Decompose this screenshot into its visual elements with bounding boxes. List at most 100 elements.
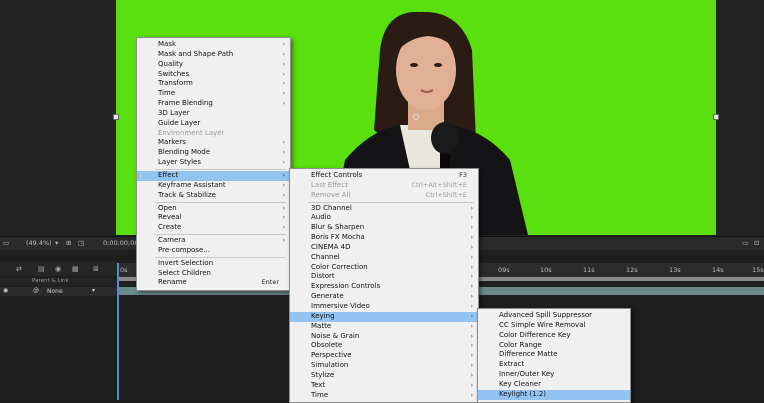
effect-item-audio[interactable]: Audio › xyxy=(290,213,478,223)
menu-item-label: Track & Stabilize xyxy=(158,190,216,199)
menu-item-track-stabilize[interactable]: Track & Stabilize › xyxy=(137,191,290,201)
menu-item-quality[interactable]: Quality › xyxy=(137,60,290,70)
zoom-level[interactable]: (49.4%) xyxy=(26,239,52,247)
effect-item-obsolete[interactable]: Obsolete › xyxy=(290,341,478,351)
menu-item-label: Guide Layer xyxy=(158,118,201,127)
keying-item-color-range[interactable]: Color Range xyxy=(478,341,630,351)
tick-0s: 0s xyxy=(120,266,128,274)
chevron-right-icon: › xyxy=(282,50,285,58)
menu-item-time[interactable]: Time › xyxy=(137,89,290,99)
keying-item-color-difference-key[interactable]: Color Difference Key xyxy=(478,331,630,341)
effect-item-simulation[interactable]: Simulation › xyxy=(290,361,478,371)
menu-item-effect[interactable]: Effect › xyxy=(137,170,290,181)
menu-separator xyxy=(155,256,286,258)
menu-item-switches[interactable]: Switches › xyxy=(137,70,290,80)
effect-item-keying[interactable]: Keying › xyxy=(290,311,478,322)
effect-item-matte[interactable]: Matte › xyxy=(290,322,478,332)
menu-item-label: Matte xyxy=(311,321,332,330)
menu-item-guide-layer[interactable]: Guide Layer xyxy=(137,119,290,129)
playhead[interactable] xyxy=(117,263,119,400)
shy-icon[interactable]: ◉ xyxy=(55,265,61,273)
chevron-right-icon: › xyxy=(470,293,473,301)
tick-13s: 13s xyxy=(669,266,681,274)
effect-item-effect-controls[interactable]: Effect Controls F3 xyxy=(290,171,478,181)
effect-item-perspective[interactable]: Perspective › xyxy=(290,351,478,361)
menu-item-shortcut: Ctrl+Alt+Shift+E xyxy=(411,180,467,189)
menu-item-mask-and-shape-path[interactable]: Mask and Shape Path › xyxy=(137,50,290,60)
tick-10s: 10s xyxy=(540,266,552,274)
keying-item-difference-matte[interactable]: Difference Matte xyxy=(478,350,630,360)
menu-item-label: Transform xyxy=(158,79,193,88)
menu-item-open[interactable]: Open › xyxy=(137,204,290,214)
menu-item-pre-compose[interactable]: Pre-compose... xyxy=(137,246,290,256)
layer-handle-right[interactable] xyxy=(713,114,719,120)
chevron-down-icon[interactable]: ▾ xyxy=(55,239,58,247)
effect-item-channel[interactable]: Channel › xyxy=(290,253,478,263)
menu-item-keyframe-assistant[interactable]: Keyframe Assistant › xyxy=(137,181,290,191)
menu-item-layer-styles[interactable]: Layer Styles › xyxy=(137,158,290,168)
menu-item-reveal[interactable]: Reveal › xyxy=(137,213,290,223)
menu-item-label: Obsolete xyxy=(311,341,343,350)
menu-item-frame-blending[interactable]: Frame Blending › xyxy=(137,99,290,109)
tick-14s: 14s xyxy=(712,266,724,274)
menu-item-label: Create xyxy=(158,223,182,232)
menu-item-camera[interactable]: Camera › xyxy=(137,236,290,246)
menu-item-invert-selection[interactable]: Invert Selection xyxy=(137,259,290,269)
menu-item-create[interactable]: Create › xyxy=(137,223,290,233)
viewer-options-icon[interactable]: ▭ xyxy=(742,239,748,247)
chevron-right-icon: › xyxy=(282,90,285,98)
effect-item-boris-fx-mocha[interactable]: Boris FX Mocha › xyxy=(290,233,478,243)
effect-item-distort[interactable]: Distort › xyxy=(290,272,478,282)
parent-select[interactable]: None xyxy=(47,288,63,295)
keying-item-keylight-1-2[interactable]: Keylight (1.2) xyxy=(478,389,630,400)
menu-item-select-children[interactable]: Select Children xyxy=(137,269,290,279)
chevron-right-icon: › xyxy=(470,391,473,399)
effect-item-stylize[interactable]: Stylize › xyxy=(290,371,478,381)
effect-item-generate[interactable]: Generate › xyxy=(290,292,478,302)
chart-editor-icon[interactable]: ⊠ xyxy=(93,265,99,273)
keying-item-cc-simple-wire-removal[interactable]: CC Simple Wire Removal xyxy=(478,321,630,331)
menu-item-label: Channel xyxy=(311,252,340,261)
eye-icon[interactable]: ◉ xyxy=(3,287,8,294)
menu-item-3d-layer[interactable]: 3D Layer xyxy=(137,109,290,119)
menu-item-label: Text xyxy=(311,380,326,389)
chevron-right-icon: › xyxy=(282,100,285,108)
effect-item-text[interactable]: Text › xyxy=(290,381,478,391)
menu-item-label: CINEMA 4D xyxy=(311,242,351,251)
effect-item-color-correction[interactable]: Color Correction › xyxy=(290,263,478,273)
menu-item-label: Inner/Outer Key xyxy=(499,370,555,379)
menu-item-label: Extract xyxy=(499,360,525,369)
chevron-down-icon[interactable]: ▾ xyxy=(92,287,95,294)
anchor-point-icon[interactable] xyxy=(413,114,419,120)
menu-item-transform[interactable]: Transform › xyxy=(137,79,290,89)
effect-item-time[interactable]: Time › xyxy=(290,391,478,401)
menu-item-label: Blur & Sharpen xyxy=(311,223,365,232)
grid-icon[interactable]: ⊞ xyxy=(66,239,71,247)
effect-item-3d-channel[interactable]: 3D Channel › xyxy=(290,204,478,214)
keying-item-advanced-spill-suppressor[interactable]: Advanced Spill Suppressor xyxy=(478,311,630,321)
layer-row[interactable]: ◉ @ None ▾ xyxy=(0,287,118,296)
timecode[interactable]: 0;00;00;00 xyxy=(103,239,139,247)
effect-item-expression-controls[interactable]: Expression Controls › xyxy=(290,282,478,292)
menu-item-rename[interactable]: Rename Enter xyxy=(137,278,290,288)
keying-item-inner-outer-key[interactable]: Inner/Outer Key xyxy=(478,370,630,380)
effect-item-noise-grain[interactable]: Noise & Grain › xyxy=(290,332,478,342)
keying-item-extract[interactable]: Extract xyxy=(478,360,630,370)
frame-blend-icon[interactable]: ▦ xyxy=(72,265,79,273)
view-icon[interactable]: ⊡ xyxy=(754,239,759,247)
effect-item-cinema-4d[interactable]: CINEMA 4D › xyxy=(290,243,478,253)
menu-item-mask[interactable]: Mask › xyxy=(137,40,290,50)
menu-separator xyxy=(155,234,286,236)
keying-item-key-cleaner[interactable]: Key Cleaner xyxy=(478,380,630,390)
monitor-icon[interactable]: ▭ xyxy=(3,239,9,247)
region-icon[interactable]: ◳ xyxy=(78,239,84,247)
graph-icon[interactable]: ⇄ xyxy=(16,265,22,273)
menu-item-markers[interactable]: Markers › xyxy=(137,138,290,148)
effect-item-immersive-video[interactable]: Immersive Video › xyxy=(290,302,478,312)
menu-item-blending-mode[interactable]: Blending Mode › xyxy=(137,148,290,158)
menu-item-label: Time xyxy=(158,89,176,98)
comp-icon[interactable]: ▤ xyxy=(38,265,45,273)
pickwhip-icon[interactable]: @ xyxy=(33,287,39,294)
layer-handle-left[interactable] xyxy=(113,114,119,120)
effect-item-blur-sharpen[interactable]: Blur & Sharpen › xyxy=(290,223,478,233)
